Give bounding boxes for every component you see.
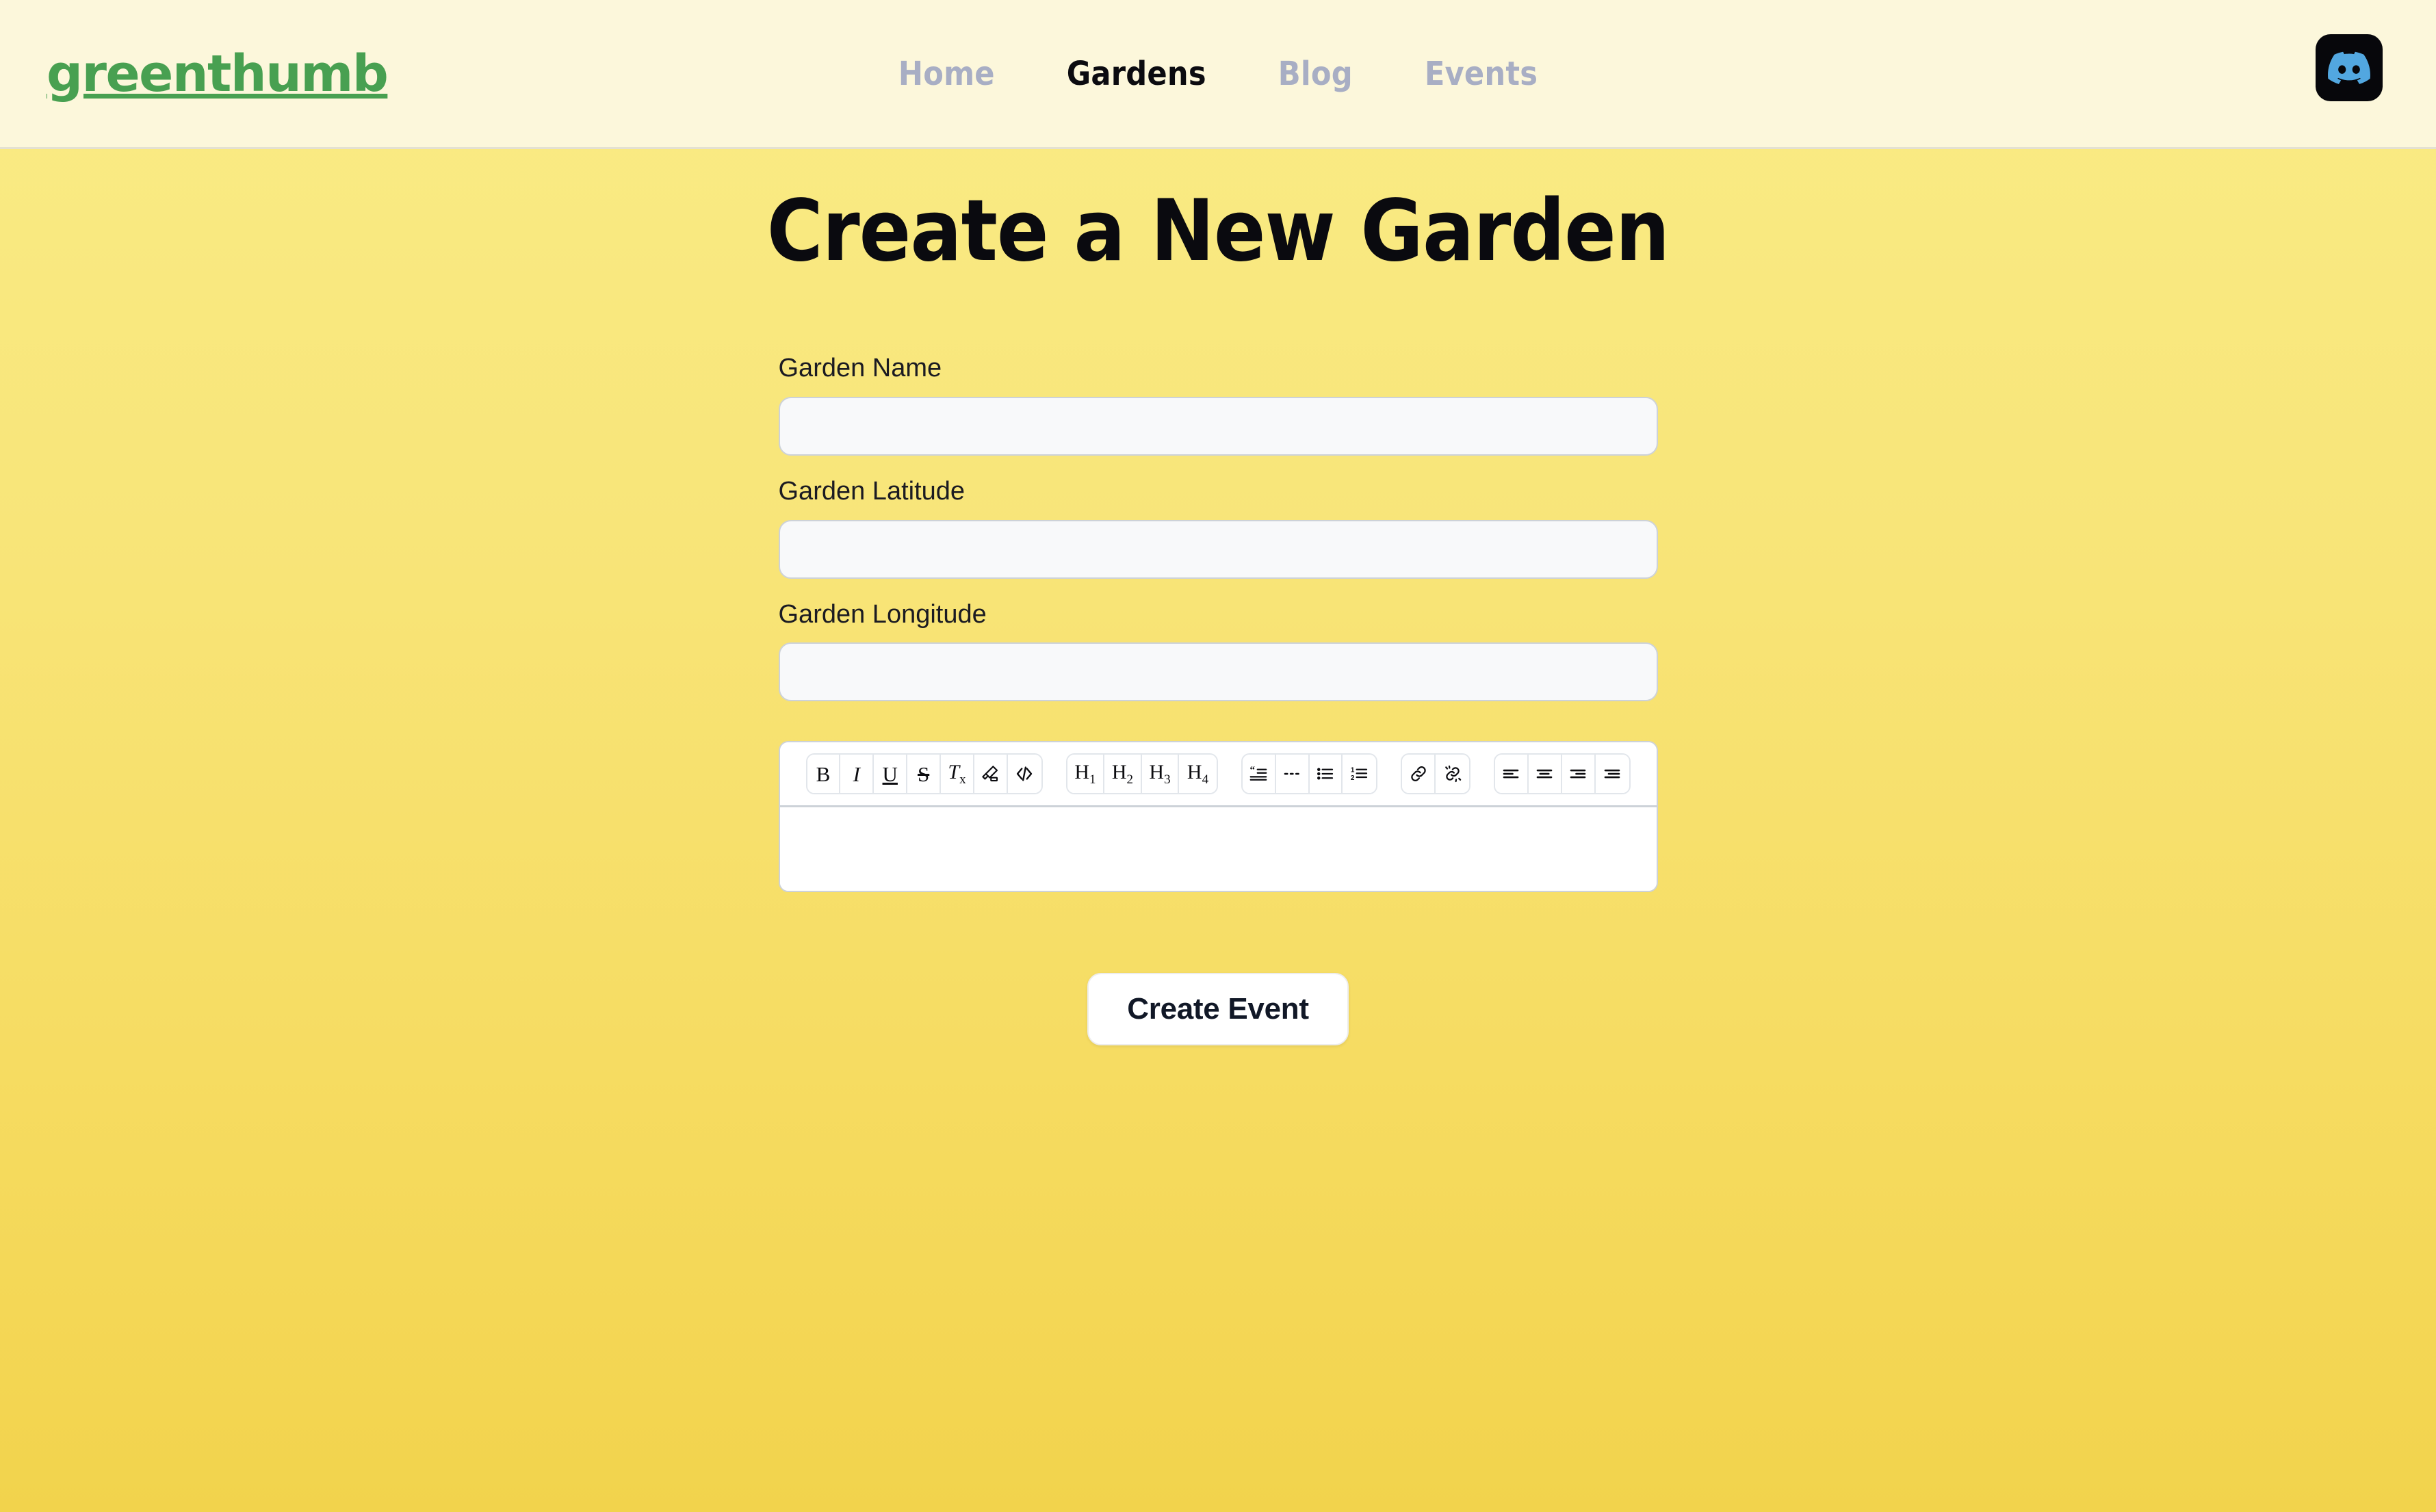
brand-logo[interactable]: greenthumb [47, 49, 389, 99]
toolbar-group-links [1401, 753, 1470, 795]
avatar[interactable] [2316, 34, 2383, 101]
align-center-icon[interactable] [1528, 755, 1562, 794]
horizontal-rule-icon[interactable] [1275, 755, 1310, 794]
heading-4-icon[interactable]: H4 [1179, 755, 1217, 794]
toolbar-group-alignment [1493, 753, 1631, 795]
svg-text:1: 1 [1351, 767, 1355, 774]
svg-text:2: 2 [1351, 774, 1355, 782]
main-content: Create a New Garden Garden Name Garden L… [0, 149, 2436, 1046]
nav-link-gardens[interactable]: Gardens [1067, 55, 1206, 93]
toolbar-group-headings: H1 H2 H3 H4 [1065, 753, 1218, 795]
garden-longitude-input[interactable] [778, 642, 1658, 702]
svg-text:“: “ [1250, 765, 1256, 776]
garden-latitude-input[interactable] [778, 519, 1658, 579]
strikethrough-icon[interactable]: S [907, 755, 942, 794]
heading-2-icon[interactable]: H2 [1104, 755, 1142, 794]
heading-1-icon[interactable]: H1 [1067, 755, 1105, 794]
description-rich-text-editor: B I U S Tx H1 H2 H3 H4 “ 1 2 [778, 741, 1658, 893]
bullet-list-icon[interactable] [1309, 755, 1343, 794]
bold-icon[interactable]: B [807, 755, 841, 794]
garden-latitude-label: Garden Latitude [778, 476, 966, 506]
field-group-garden-name: Garden Name [778, 353, 1658, 456]
field-group-garden-latitude: Garden Latitude [778, 476, 1658, 579]
discord-icon [2328, 47, 2370, 89]
nav-link-blog[interactable]: Blog [1278, 55, 1353, 93]
align-justify-icon[interactable] [1595, 755, 1629, 794]
garden-longitude-label: Garden Longitude [778, 599, 987, 629]
align-left-icon[interactable] [1494, 755, 1529, 794]
underline-icon[interactable]: U [874, 755, 908, 794]
nav-link-home[interactable]: Home [898, 55, 995, 93]
site-header: greenthumb Home Gardens Blog Events [0, 0, 2436, 149]
toolbar-group-blocks: “ 1 2 [1241, 753, 1378, 795]
create-garden-form: Garden Name Garden Latitude Garden Longi… [778, 353, 1658, 1046]
clear-format-icon[interactable]: Tx [941, 755, 974, 794]
nav-link-events[interactable]: Events [1425, 55, 1538, 93]
blockquote-icon[interactable]: “ [1242, 755, 1276, 794]
italic-icon[interactable]: I [840, 755, 874, 794]
toolbar-group-text-format: B I U S Tx [805, 753, 1043, 795]
page-title: Create a New Garden [766, 182, 1670, 281]
create-event-button[interactable]: Create Event [1087, 973, 1349, 1046]
code-icon[interactable] [1007, 755, 1041, 794]
submit-row: Create Event [779, 973, 1658, 1046]
editor-content-area[interactable] [779, 807, 1657, 891]
highlighter-icon[interactable] [974, 755, 1008, 794]
garden-name-input[interactable] [778, 396, 1658, 456]
garden-name-label: Garden Name [778, 354, 942, 383]
field-group-garden-longitude: Garden Longitude [778, 599, 1658, 702]
link-icon[interactable] [1402, 755, 1436, 794]
unlink-icon[interactable] [1436, 755, 1469, 794]
align-right-icon[interactable] [1562, 755, 1596, 794]
numbered-list-icon[interactable]: 1 2 [1343, 755, 1377, 794]
heading-3-icon[interactable]: H3 [1141, 755, 1180, 794]
editor-toolbar: B I U S Tx H1 H2 H3 H4 “ 1 2 [779, 742, 1657, 808]
